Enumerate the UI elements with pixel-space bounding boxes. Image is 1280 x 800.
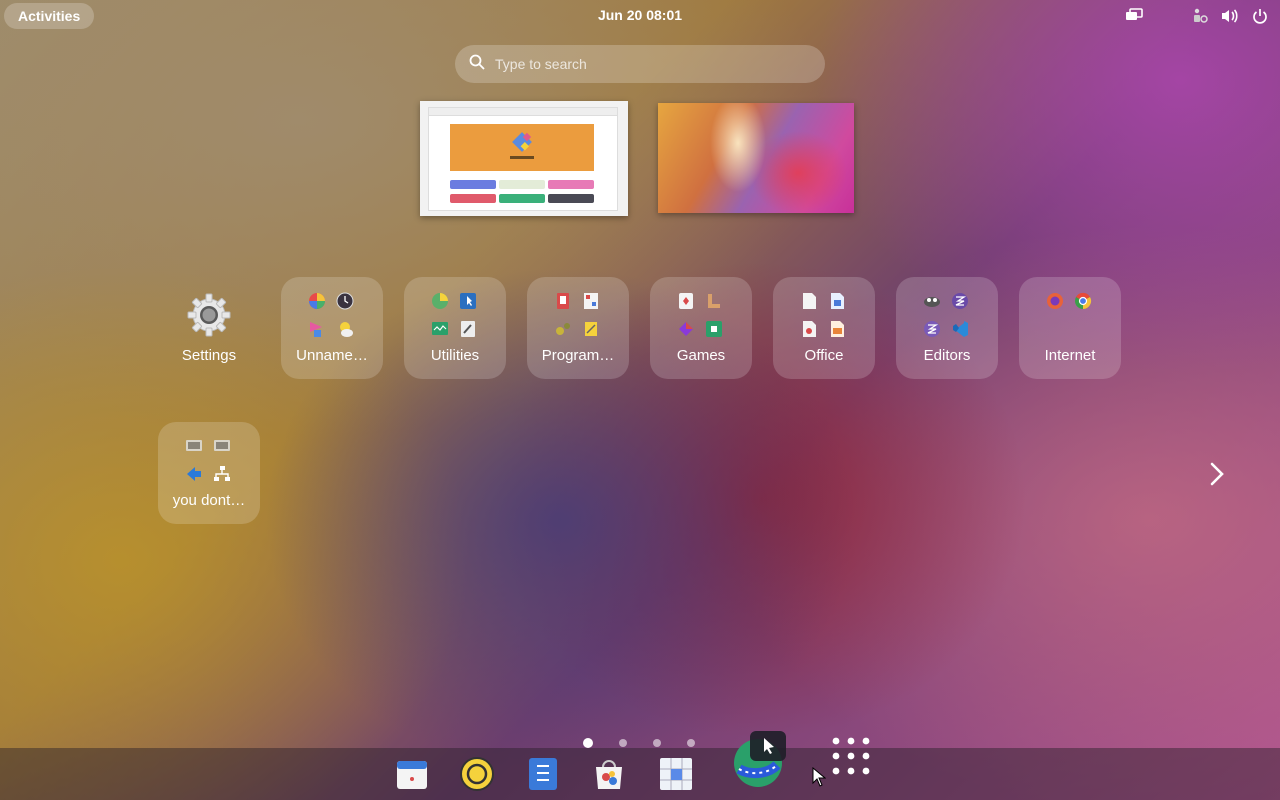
system-tray[interactable] <box>1124 6 1270 26</box>
shapes-icon <box>307 319 327 339</box>
software-store-icon[interactable] <box>592 757 626 791</box>
firefox-icon <box>1045 291 1065 311</box>
folder-label: Editors <box>923 347 971 364</box>
vscode-icon <box>950 319 970 339</box>
writer-icon <box>827 291 847 311</box>
workspace-thumbnail-2[interactable] <box>658 103 854 213</box>
folder-utilities[interactable]: Utilities <box>404 277 506 379</box>
notepad-icon <box>581 319 601 339</box>
folder-editors[interactable]: Editors <box>896 277 998 379</box>
cursor-tooltip <box>750 731 786 761</box>
weather-icon <box>335 319 355 339</box>
search-input[interactable] <box>495 56 795 72</box>
search-box[interactable] <box>455 45 825 83</box>
folder-preview <box>184 436 234 486</box>
mahjongg-icon <box>704 291 724 311</box>
folder-games[interactable]: Games <box>650 277 752 379</box>
workspace-thumbnail-1[interactable] <box>420 101 628 216</box>
window-preview-banner <box>450 124 594 171</box>
show-apps-icon[interactable] <box>831 736 871 776</box>
folder-label: you dont… <box>172 492 246 509</box>
folder-internet[interactable]: Internet <box>1019 277 1121 379</box>
folder-programming[interactable]: Program… <box>527 277 629 379</box>
monitor-icon <box>184 436 204 456</box>
top-bar: Activities Jun 20 08:01 <box>0 0 1280 32</box>
mines-icon <box>704 319 724 339</box>
document-icon <box>799 291 819 311</box>
builder-gears-icon <box>553 319 573 339</box>
draw-icon <box>799 319 819 339</box>
clock-icon <box>335 291 355 311</box>
app-label: Settings <box>181 347 237 364</box>
document-scanner-icon <box>458 319 478 339</box>
folder-preview <box>430 291 480 341</box>
tetravex-icon <box>676 319 696 339</box>
folder-label: Utilities <box>430 347 480 364</box>
sudoku-icon[interactable] <box>659 757 693 791</box>
window-preview[interactable] <box>428 107 618 211</box>
disk-usage-icon <box>430 291 450 311</box>
folder-preview <box>922 291 972 341</box>
accessibility-icon[interactable] <box>1190 6 1210 26</box>
code-book-icon <box>553 291 573 311</box>
folder-preview <box>553 291 603 341</box>
emacs-icon <box>950 291 970 311</box>
folder-preview <box>676 291 726 341</box>
folder-unnamed[interactable]: Unname… <box>281 277 383 379</box>
impress-icon <box>827 319 847 339</box>
clock[interactable]: Jun 20 08:01 <box>0 7 1280 23</box>
folder-preview <box>799 291 849 341</box>
empty-slot <box>1045 319 1065 339</box>
folder-label: Internet <box>1044 347 1096 364</box>
folder-you-dont[interactable]: you dont… <box>158 422 260 524</box>
app-settings[interactable]: Settings <box>158 277 260 379</box>
page-indicator[interactable] <box>583 738 695 748</box>
rhythmbox-icon[interactable] <box>460 757 494 791</box>
emacs-client-icon <box>922 319 942 339</box>
power-icon[interactable] <box>1250 6 1270 26</box>
text-editor-icon[interactable] <box>526 757 560 791</box>
page-dot[interactable] <box>583 738 593 748</box>
folder-office[interactable]: Office <box>773 277 875 379</box>
folder-label: Games <box>676 347 726 364</box>
diagram-editor-icon <box>581 291 601 311</box>
solitaire-icon <box>676 291 696 311</box>
mouse-pointer-icon <box>812 766 827 791</box>
folder-preview <box>307 291 357 341</box>
screen-share-icon[interactable] <box>1124 6 1144 26</box>
calendar-icon[interactable] <box>395 757 429 791</box>
folder-preview <box>1045 291 1095 341</box>
color-wheel-icon <box>307 291 327 311</box>
network-icon <box>212 464 232 484</box>
page-dot[interactable] <box>619 739 627 747</box>
next-page-arrow-icon[interactable] <box>1205 460 1229 488</box>
volume-icon[interactable] <box>1220 6 1240 26</box>
page-dot[interactable] <box>653 739 661 747</box>
settings-gear-icon <box>186 292 232 342</box>
vim-icon <box>922 291 942 311</box>
screenshot-icon <box>458 291 478 311</box>
empty-slot <box>1073 319 1093 339</box>
system-monitor-icon <box>430 319 450 339</box>
search-icon <box>469 54 485 74</box>
remote-desktop-icon <box>184 464 204 484</box>
monitor-icon <box>212 436 232 456</box>
folder-label: Program… <box>541 347 615 364</box>
folder-label: Office <box>804 347 844 364</box>
folder-label: Unname… <box>296 347 368 364</box>
chrome-icon <box>1073 291 1093 311</box>
page-dot[interactable] <box>687 739 695 747</box>
dash <box>0 748 1280 800</box>
